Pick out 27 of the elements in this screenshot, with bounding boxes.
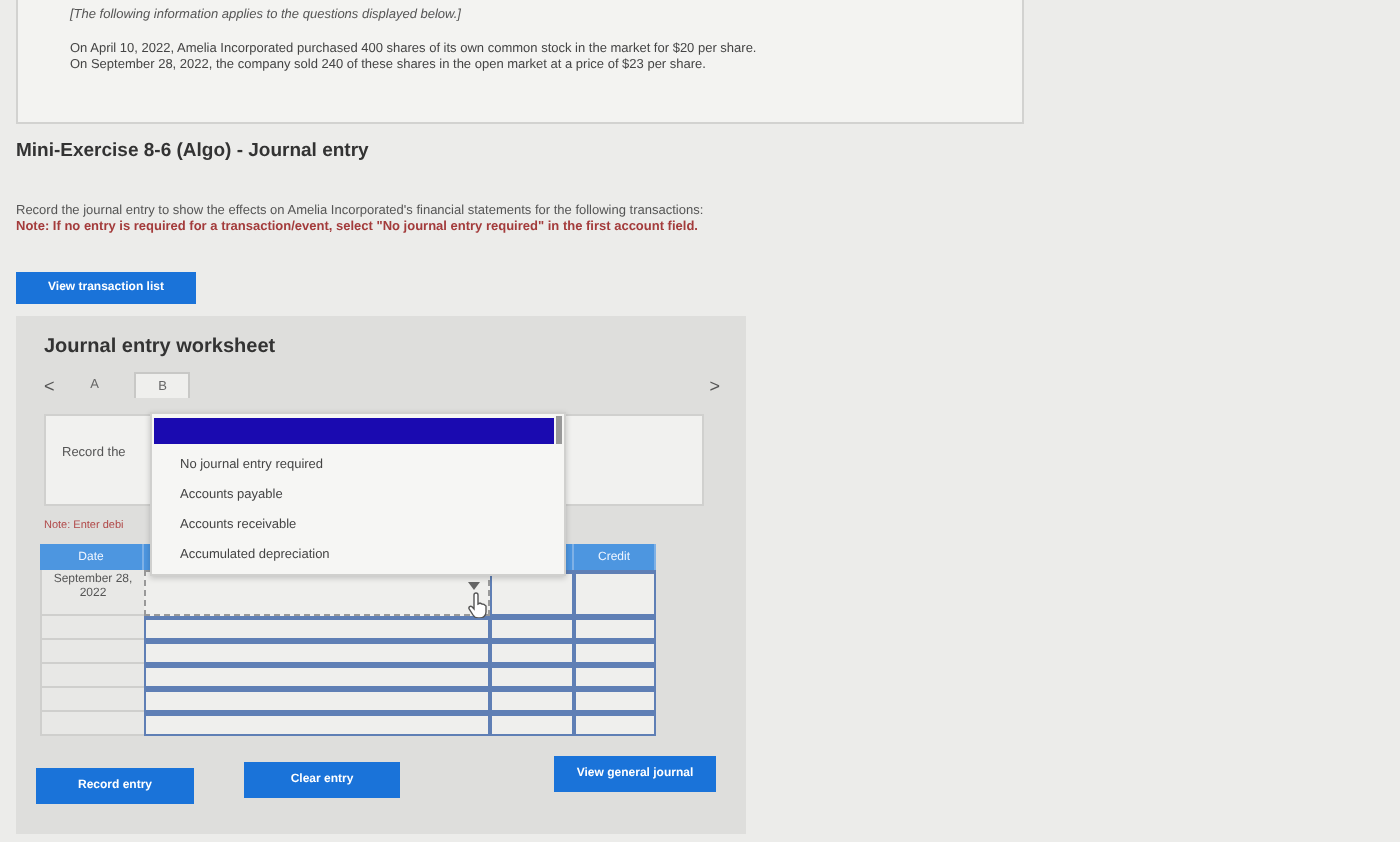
- account-field[interactable]: [144, 712, 490, 736]
- date-cell: [40, 664, 144, 688]
- account-field[interactable]: [144, 616, 490, 640]
- debit-field[interactable]: [490, 688, 574, 712]
- debit-field[interactable]: [490, 712, 574, 736]
- account-field[interactable]: [144, 640, 490, 664]
- debit-field[interactable]: [490, 664, 574, 688]
- credit-field[interactable]: [574, 712, 656, 736]
- scroll-thumb[interactable]: [556, 416, 562, 444]
- next-arrow[interactable]: >: [709, 375, 720, 395]
- date-cell: [40, 688, 144, 712]
- credit-field[interactable]: [574, 570, 656, 616]
- date-cell: [40, 616, 144, 640]
- credit-field[interactable]: [574, 664, 656, 688]
- credit-field[interactable]: [574, 688, 656, 712]
- credit-field[interactable]: [574, 640, 656, 664]
- exercise-title: Mini-Exercise 8-6 (Algo) - Journal entry: [16, 140, 371, 162]
- account-field[interactable]: [144, 664, 490, 688]
- hand-cursor-icon: [468, 592, 490, 618]
- date-cell: [40, 712, 144, 736]
- date-cell: [40, 640, 144, 664]
- debit-field[interactable]: [490, 616, 574, 640]
- debit-field[interactable]: [490, 640, 574, 664]
- account-field[interactable]: [144, 688, 490, 712]
- credit-field[interactable]: [574, 616, 656, 640]
- previous-arrow[interactable]: <: [44, 375, 55, 395]
- worksheet-title: Journal entry worksheet: [44, 336, 278, 358]
